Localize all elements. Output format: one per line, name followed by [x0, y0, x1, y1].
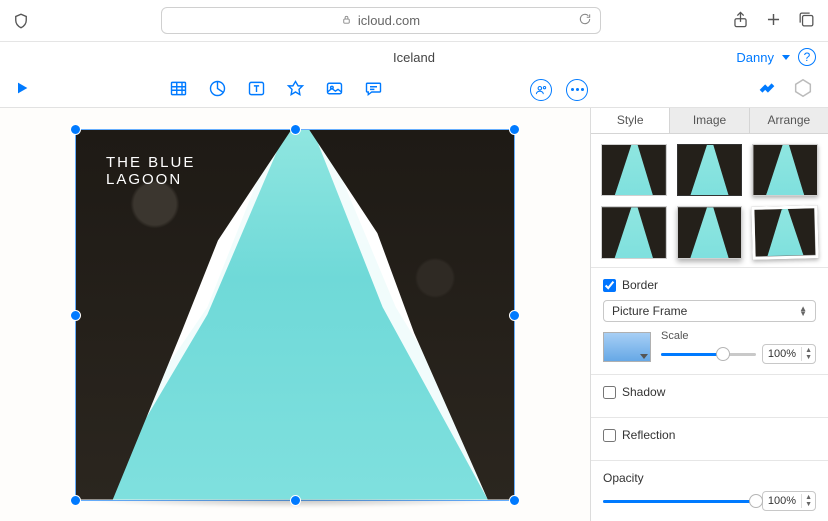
insert-text-icon[interactable] [246, 78, 267, 102]
inspector-tabs: Style Image Arrange [591, 108, 828, 134]
lock-icon [341, 13, 352, 28]
insert-chart-icon[interactable] [207, 78, 228, 102]
format-inspector-icon[interactable] [756, 77, 778, 102]
resize-handle-s[interactable] [290, 495, 301, 506]
reflection-checkbox[interactable] [603, 429, 616, 442]
style-preset[interactable] [601, 144, 667, 197]
style-preset[interactable] [752, 144, 818, 197]
stepper-arrows-icon: ▲▼ [801, 347, 815, 361]
document-title: Iceland [0, 50, 828, 65]
frame-swatch[interactable] [603, 332, 651, 362]
collaborate-icon[interactable] [530, 79, 552, 101]
resize-handle-sw[interactable] [70, 495, 81, 506]
format-inspector: Style Image Arrange Border Picture Frame… [590, 108, 828, 521]
tabs-overview-icon[interactable] [797, 10, 816, 32]
shadow-label: Shadow [622, 385, 665, 399]
insert-comment-icon[interactable] [363, 78, 384, 102]
user-menu[interactable]: Danny [736, 50, 774, 65]
reflection-label: Reflection [622, 428, 675, 442]
scale-value: 100% [763, 348, 801, 360]
insert-buttons [168, 78, 384, 102]
more-icon[interactable] [566, 79, 588, 101]
new-tab-icon[interactable] [764, 10, 783, 32]
opacity-section: Opacity 100% ▲▼ [591, 460, 828, 521]
insert-table-icon[interactable] [168, 78, 189, 102]
reflection-section: Reflection [591, 417, 828, 460]
tab-arrange[interactable]: Arrange [750, 108, 828, 133]
border-label: Border [622, 278, 658, 292]
tab-style-label: Style [617, 113, 644, 127]
selected-image[interactable]: THE BLUE LAGOON [75, 129, 515, 501]
document-inspector-icon[interactable] [792, 77, 814, 102]
opacity-value: 100% [763, 495, 801, 507]
resize-handle-n[interactable] [290, 124, 301, 135]
scale-slider[interactable] [661, 347, 756, 361]
resize-handle-se[interactable] [509, 495, 520, 506]
chevron-down-icon[interactable] [782, 55, 790, 60]
toolbar-middle [530, 79, 588, 101]
resize-handle-w[interactable] [70, 310, 81, 321]
tab-image-label: Image [693, 113, 726, 127]
style-preset[interactable] [677, 206, 743, 259]
insert-shape-icon[interactable] [285, 78, 306, 102]
scale-stepper[interactable]: 100% ▲▼ [762, 344, 816, 364]
tab-image[interactable]: Image [670, 108, 749, 133]
image-content: THE BLUE LAGOON [76, 130, 514, 500]
chevron-down-icon [640, 354, 648, 359]
browser-right-controls [731, 10, 816, 32]
browser-toolbar: icloud.com [0, 0, 828, 42]
refresh-icon[interactable] [578, 12, 592, 29]
style-preset[interactable] [677, 144, 743, 197]
shadow-section: Shadow [591, 374, 828, 417]
style-presets [591, 134, 828, 267]
address-bar-wrap: icloud.com [40, 7, 721, 34]
toolbar [0, 72, 828, 108]
address-bar[interactable]: icloud.com [161, 7, 601, 34]
share-icon[interactable] [731, 10, 750, 32]
canvas[interactable]: THE BLUE LAGOON [0, 108, 590, 521]
opacity-label: Opacity [603, 471, 816, 485]
resize-handle-e[interactable] [509, 310, 520, 321]
border-section: Border Picture Frame ▲▼ Scale [591, 267, 828, 374]
style-preset[interactable] [752, 206, 819, 260]
help-icon[interactable]: ? [798, 48, 816, 66]
tab-style[interactable]: Style [591, 108, 670, 133]
user-name: Danny [736, 50, 774, 65]
border-checkbox[interactable] [603, 279, 616, 292]
main-area: THE BLUE LAGOON Style Image Arrange [0, 108, 828, 521]
app-header: Iceland Danny ? [0, 42, 828, 72]
play-button[interactable] [14, 80, 30, 99]
shadow-checkbox[interactable] [603, 386, 616, 399]
url-text: icloud.com [358, 13, 420, 28]
resize-handle-ne[interactable] [509, 124, 520, 135]
border-type-value: Picture Frame [612, 304, 687, 318]
scale-label: Scale [661, 330, 816, 342]
tab-arrange-label: Arrange [767, 113, 810, 127]
stepper-arrows-icon: ▲▼ [801, 494, 815, 508]
opacity-stepper[interactable]: 100% ▲▼ [762, 491, 816, 511]
toolbar-right [756, 77, 814, 102]
image-caption: THE BLUE LAGOON [106, 154, 195, 188]
border-type-select[interactable]: Picture Frame ▲▼ [603, 300, 816, 322]
resize-handle-nw[interactable] [70, 124, 81, 135]
select-arrows-icon: ▲▼ [799, 306, 807, 316]
insert-media-icon[interactable] [324, 78, 345, 102]
style-preset[interactable] [601, 206, 667, 259]
privacy-shield-icon[interactable] [12, 12, 30, 30]
opacity-slider[interactable] [603, 494, 756, 508]
